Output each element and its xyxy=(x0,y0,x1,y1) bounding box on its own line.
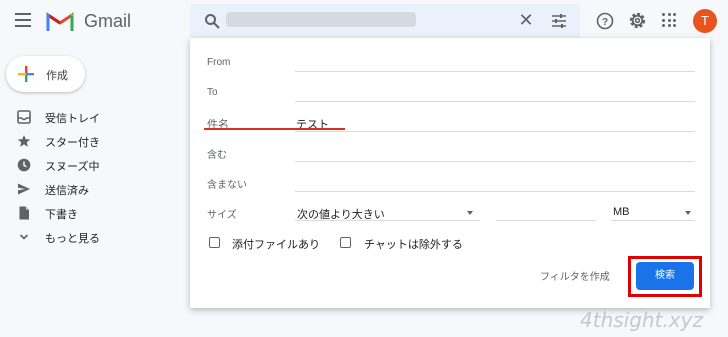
sidebar-item-inbox[interactable]: 受信トレイ xyxy=(0,106,180,128)
brand-name: Gmail xyxy=(84,11,132,31)
size-unit-select[interactable]: MB xyxy=(613,206,630,218)
not-words-input[interactable] xyxy=(295,191,695,192)
size-comparator-underline xyxy=(295,220,480,221)
has-attachment-checkbox[interactable] xyxy=(209,237,220,248)
send-icon xyxy=(18,183,30,195)
search-query-blurred[interactable] xyxy=(226,12,416,27)
plus-icon xyxy=(18,66,34,82)
sidebar-item-drafts[interactable]: 下書き xyxy=(0,202,180,224)
sidebar-item-label: 送信済み xyxy=(45,185,89,197)
exclude-chats-checkbox[interactable] xyxy=(340,237,351,248)
sidebar-item-starred[interactable]: スター付き xyxy=(0,130,180,152)
sidebar-item-label: 下書き xyxy=(45,209,78,221)
sidebar-item-label: 受信トレイ xyxy=(45,113,100,125)
svg-text:?: ? xyxy=(602,17,608,28)
compose-button[interactable]: 作成 xyxy=(6,56,85,92)
to-input[interactable] xyxy=(295,101,695,102)
sidebar-item-sent[interactable]: 送信済み xyxy=(0,178,180,200)
apps-grid-icon[interactable] xyxy=(662,13,676,27)
size-unit-underline xyxy=(611,220,695,221)
inbox-icon xyxy=(17,110,31,124)
compose-label: 作成 xyxy=(46,70,68,82)
avatar[interactable]: T xyxy=(693,9,717,33)
clock-icon xyxy=(17,158,31,172)
watermark: 4thsight.xyz xyxy=(580,308,703,332)
close-icon[interactable]: ✕ xyxy=(517,10,535,30)
not-words-label: 含まない xyxy=(207,180,247,191)
from-label: From xyxy=(207,57,231,68)
exclude-chats-label[interactable]: チャットは除外する xyxy=(364,236,463,252)
search-button-highlight-box xyxy=(628,256,702,297)
sidebar-item-snoozed[interactable]: スヌーズ中 xyxy=(0,154,180,176)
help-icon[interactable]: ? xyxy=(596,12,614,30)
search-icon[interactable] xyxy=(204,13,220,29)
main-menu-icon[interactable] xyxy=(15,13,31,27)
sidebar-item-label: もっと見る xyxy=(45,233,100,245)
size-value-input[interactable] xyxy=(496,220,596,221)
chevron-down-icon[interactable] xyxy=(467,211,473,215)
subject-input[interactable] xyxy=(295,131,695,132)
sidebar-item-more[interactable]: もっと見る xyxy=(0,226,180,248)
create-filter-button[interactable]: フィルタを作成 xyxy=(540,268,610,283)
has-attachment-label[interactable]: 添付ファイルあり xyxy=(232,236,320,252)
subject-highlight-underline xyxy=(204,128,345,130)
to-label: To xyxy=(207,87,218,98)
gmail-logo xyxy=(46,12,74,31)
chevron-down-icon xyxy=(19,234,29,240)
draft-icon xyxy=(19,206,29,220)
sidebar-item-label: スヌーズ中 xyxy=(45,161,100,173)
search-options-icon[interactable] xyxy=(551,13,567,29)
has-words-label: 含む xyxy=(207,150,227,161)
chevron-down-icon[interactable] xyxy=(685,211,691,215)
star-icon xyxy=(17,135,31,147)
has-words-input[interactable] xyxy=(295,161,695,162)
gear-icon[interactable] xyxy=(628,11,647,30)
from-input[interactable] xyxy=(295,71,695,72)
sidebar-item-label: スター付き xyxy=(45,137,100,149)
size-label: サイズ xyxy=(207,210,237,221)
